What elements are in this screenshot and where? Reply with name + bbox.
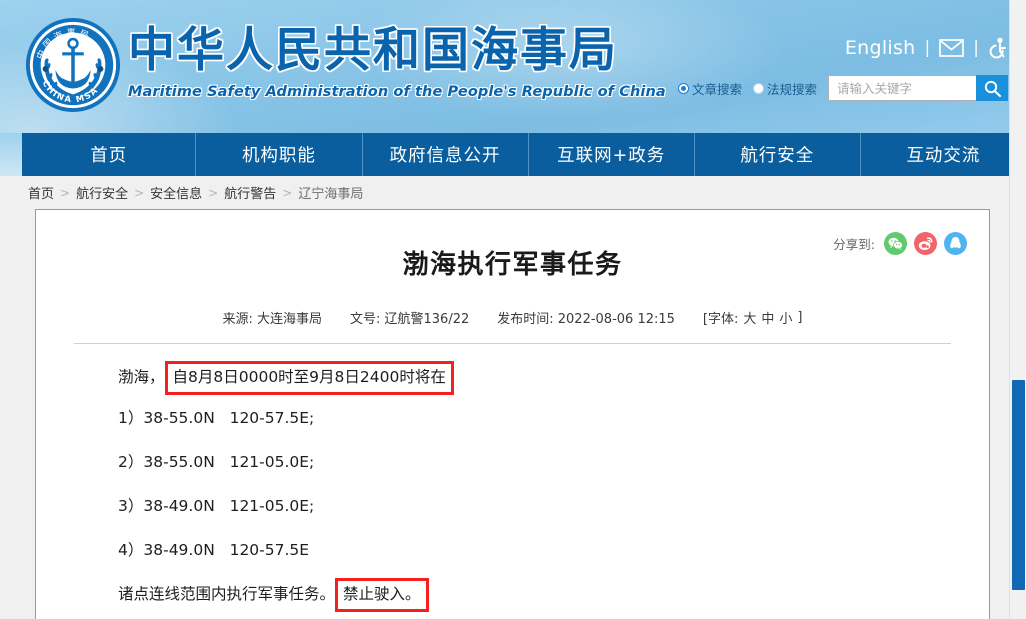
font-size-medium[interactable]: 中 bbox=[761, 308, 774, 327]
font-size-prefix: [字体: bbox=[702, 312, 739, 327]
search-box bbox=[828, 75, 1008, 101]
coordinate-index-2: 2） bbox=[118, 453, 144, 472]
utility-separator-1: | bbox=[924, 38, 931, 58]
wechat-glyph bbox=[888, 237, 903, 250]
meta-source: 来源: 大连海事局 bbox=[222, 312, 322, 327]
coordinate-value-3: 38-49.0N 121-05.0E; bbox=[143, 497, 315, 516]
accessibility-glyph bbox=[989, 37, 1006, 59]
china-msa-emblem[interactable]: 中国海事局 CHINA MSA bbox=[24, 16, 122, 114]
radio-regulation-dot bbox=[752, 82, 764, 94]
breadcrumb: 首页 > 航行安全 > 安全信息 > 航行警告 > 辽宁海事局 bbox=[28, 183, 364, 203]
header-search-area: 文章搜索 法规搜索 bbox=[677, 75, 1008, 101]
english-link[interactable]: English bbox=[845, 37, 916, 59]
weibo-icon[interactable] bbox=[914, 232, 937, 255]
breadcrumb-band: 首页 > 航行安全 > 安全信息 > 航行警告 > 辽宁海事局 bbox=[0, 176, 1026, 209]
brand-title-en: Maritime Safety Administration of the Pe… bbox=[128, 84, 666, 100]
site-brand: 中华人民共和国海事局 Maritime Safety Administratio… bbox=[128, 22, 666, 100]
emblem-icon: 中国海事局 CHINA MSA bbox=[25, 17, 121, 113]
highlight-no-entry: 禁止驶入。 bbox=[335, 577, 429, 613]
font-size-suffix: ] bbox=[797, 310, 803, 325]
envelope-glyph bbox=[939, 39, 965, 57]
breadcrumb-item-navigation-safety[interactable]: 航行安全 bbox=[76, 183, 128, 202]
radio-regulation-label: 法规搜索 bbox=[766, 81, 817, 97]
font-size-controls: [字体: 大 中 小 ] bbox=[703, 308, 803, 327]
nav-items-container: 首页 机构职能 政府信息公开 互联网+政务 航行安全 互动交流 bbox=[22, 133, 1026, 176]
article-meta: 来源: 大连海事局 文号: 辽航警136/22 发布时间: 2022-08-06… bbox=[36, 308, 989, 327]
share-label: 分享到: bbox=[833, 237, 875, 252]
utility-separator-2: | bbox=[973, 38, 979, 58]
font-size-large[interactable]: 大 bbox=[743, 308, 756, 327]
header-utility-bar: English | | bbox=[845, 37, 1008, 59]
page-root: 中国海事局 CHINA MSA 中华人民共和国海事局 Maritime Safe… bbox=[0, 0, 1026, 619]
main-navigation: 首页 机构职能 政府信息公开 互联网+政务 航行安全 互动交流 bbox=[0, 133, 1026, 176]
breadcrumb-separator-3: > bbox=[208, 185, 219, 200]
breadcrumb-item-nav-warning[interactable]: 航行警告 bbox=[224, 183, 276, 202]
breadcrumb-item-home[interactable]: 首页 bbox=[28, 183, 54, 202]
radio-regulation-search[interactable]: 法规搜索 bbox=[752, 79, 817, 98]
coordinate-index-3: 3） bbox=[118, 497, 144, 516]
coordinate-line-2: 2） 38-55.0N 121-05.0E; bbox=[118, 451, 989, 475]
coordinate-index-4: 4） bbox=[118, 541, 144, 560]
vertical-scrollbar[interactable] bbox=[1009, 0, 1026, 619]
coordinate-value-1: 38-55.0N 120-57.5E; bbox=[143, 409, 315, 428]
nav-item-navigation-safety[interactable]: 航行安全 bbox=[695, 133, 861, 176]
weibo-glyph bbox=[918, 236, 933, 250]
breadcrumb-separator-4: > bbox=[282, 185, 293, 200]
body-closing-line: 诸点连线范围内执行军事任务。 禁止驶入。 bbox=[118, 577, 989, 613]
nav-item-home[interactable]: 首页 bbox=[22, 133, 197, 176]
coordinate-value-4: 38-49.0N 120-57.5E bbox=[143, 541, 310, 560]
radio-article-search[interactable]: 文章搜索 bbox=[677, 79, 742, 98]
breadcrumb-separator-1: > bbox=[60, 185, 71, 200]
nav-left-spacer bbox=[0, 133, 22, 176]
body-lead-line: 渤海， 自8月8日0000时至9月8日2400时将在 bbox=[118, 360, 989, 396]
accessibility-icon[interactable] bbox=[988, 37, 1008, 59]
share-bar: 分享到: bbox=[833, 232, 967, 255]
breadcrumb-item-liaoning-msa: 辽宁海事局 bbox=[298, 187, 364, 202]
highlight-time-range: 自8月8日0000时至9月8日2400时将在 bbox=[164, 360, 454, 396]
search-button[interactable] bbox=[976, 75, 1008, 101]
nav-item-internet-gov[interactable]: 互联网+政务 bbox=[529, 133, 695, 176]
qq-glyph bbox=[950, 237, 961, 249]
meta-publish-time: 发布时间: 2022-08-06 12:15 bbox=[497, 312, 675, 327]
font-size-small[interactable]: 小 bbox=[779, 308, 792, 327]
radio-article-label: 文章搜索 bbox=[691, 81, 742, 97]
nav-item-interaction[interactable]: 互动交流 bbox=[861, 133, 1026, 176]
wechat-icon[interactable] bbox=[884, 232, 907, 255]
body-lead-prefix: 渤海， bbox=[118, 368, 165, 387]
scrollbar-thumb[interactable] bbox=[1012, 380, 1025, 590]
breadcrumb-item-safety-info[interactable]: 安全信息 bbox=[150, 183, 202, 202]
breadcrumb-separator-2: > bbox=[134, 185, 145, 200]
article-body: 渤海， 自8月8日0000时至9月8日2400时将在 1） 38-55.0N 1… bbox=[36, 344, 989, 613]
article-card: 分享到: 渤海执行军事任务 来源: 大连海事局 文号: 辽航警136/22 发布… bbox=[35, 209, 990, 619]
coordinate-line-4: 4） 38-49.0N 120-57.5E bbox=[118, 539, 989, 563]
envelope-icon[interactable] bbox=[939, 39, 965, 57]
brand-title-cn: 中华人民共和国海事局 bbox=[128, 23, 618, 78]
qq-icon[interactable] bbox=[944, 232, 967, 255]
body-closing-prefix: 诸点连线范围内执行军事任务。 bbox=[118, 585, 336, 604]
site-header: 中国海事局 CHINA MSA 中华人民共和国海事局 Maritime Safe… bbox=[0, 0, 1026, 133]
coordinate-line-3: 3） 38-49.0N 121-05.0E; bbox=[118, 495, 989, 519]
content-stage: 分享到: 渤海执行军事任务 来源: 大连海事局 文号: 辽航警136/22 发布… bbox=[0, 209, 1026, 619]
nav-item-gov-info[interactable]: 政府信息公开 bbox=[363, 133, 529, 176]
nav-item-functions[interactable]: 机构职能 bbox=[196, 133, 363, 176]
coordinate-line-1: 1） 38-55.0N 120-57.5E; bbox=[118, 407, 989, 431]
search-input[interactable] bbox=[828, 75, 976, 101]
coordinate-value-2: 38-55.0N 121-05.0E; bbox=[143, 453, 315, 472]
search-icon bbox=[984, 80, 1001, 97]
meta-doc-number: 文号: 辽航警136/22 bbox=[350, 312, 470, 327]
radio-article-dot bbox=[677, 82, 689, 94]
coordinate-index-1: 1） bbox=[118, 409, 144, 428]
